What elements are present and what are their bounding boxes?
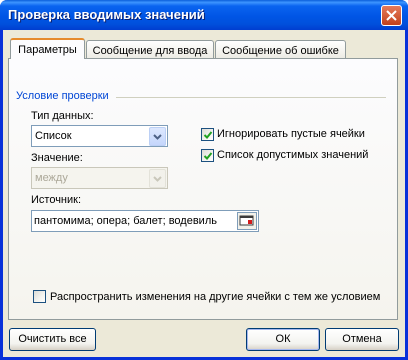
collapse-dialog-button[interactable] <box>237 212 257 230</box>
window-title: Проверка вводимых значений <box>8 7 205 22</box>
ok-button[interactable]: ОК <box>246 328 320 351</box>
chevron-down-icon <box>153 176 162 182</box>
data-type-label: Тип данных: <box>31 110 94 122</box>
apply-all-checkbox[interactable] <box>33 290 46 303</box>
title-bar[interactable]: Проверка вводимых значений <box>0 0 408 30</box>
chevron-down-icon <box>153 134 162 140</box>
value-label: Значение: <box>31 152 83 164</box>
source-input[interactable]: пантомима; опера; балет; водевиль <box>31 210 259 232</box>
cancel-button[interactable]: Отмена <box>325 328 399 351</box>
clear-all-button-label: Очистить все <box>18 333 87 345</box>
source-label: Источник: <box>31 194 82 206</box>
range-select-icon <box>239 215 254 226</box>
data-type-select[interactable]: Список <box>31 125 168 147</box>
apply-all-label[interactable]: Распространить изменения на другие ячейк… <box>50 291 380 303</box>
value-value: между <box>35 172 68 184</box>
ignore-blank-label[interactable]: Игнорировать пустые ячейки <box>217 128 365 140</box>
tab-error-alert[interactable]: Сообщение об ошибке <box>215 40 346 59</box>
tab-input-message-label: Сообщение для ввода <box>92 45 208 57</box>
clear-all-button[interactable]: Очистить все <box>9 328 96 351</box>
cancel-button-label: Отмена <box>342 333 382 345</box>
in-cell-dropdown-label[interactable]: Список допустимых значений <box>217 149 368 161</box>
tab-input-message[interactable]: Сообщение для ввода <box>86 40 214 59</box>
in-cell-dropdown-checkbox[interactable] <box>201 149 214 162</box>
source-value: пантомима; опера; балет; водевиль <box>34 215 217 227</box>
group-divider <box>116 97 386 98</box>
checkmark-icon <box>203 131 213 139</box>
ignore-blank-checkbox[interactable] <box>201 128 214 141</box>
value-select: между <box>31 167 168 189</box>
validation-criteria-label: Условие проверки <box>16 90 109 102</box>
close-button[interactable] <box>381 5 402 26</box>
tab-error-alert-label: Сообщение об ошибке <box>222 45 339 57</box>
value-dropdown-button <box>149 169 166 188</box>
ok-button-label: ОК <box>275 333 291 345</box>
data-type-value: Список <box>35 130 72 142</box>
tab-settings-label: Параметры <box>18 44 77 56</box>
tab-settings[interactable]: Параметры <box>10 38 85 59</box>
checkmark-icon <box>203 152 213 160</box>
data-type-dropdown-button[interactable] <box>149 127 166 146</box>
